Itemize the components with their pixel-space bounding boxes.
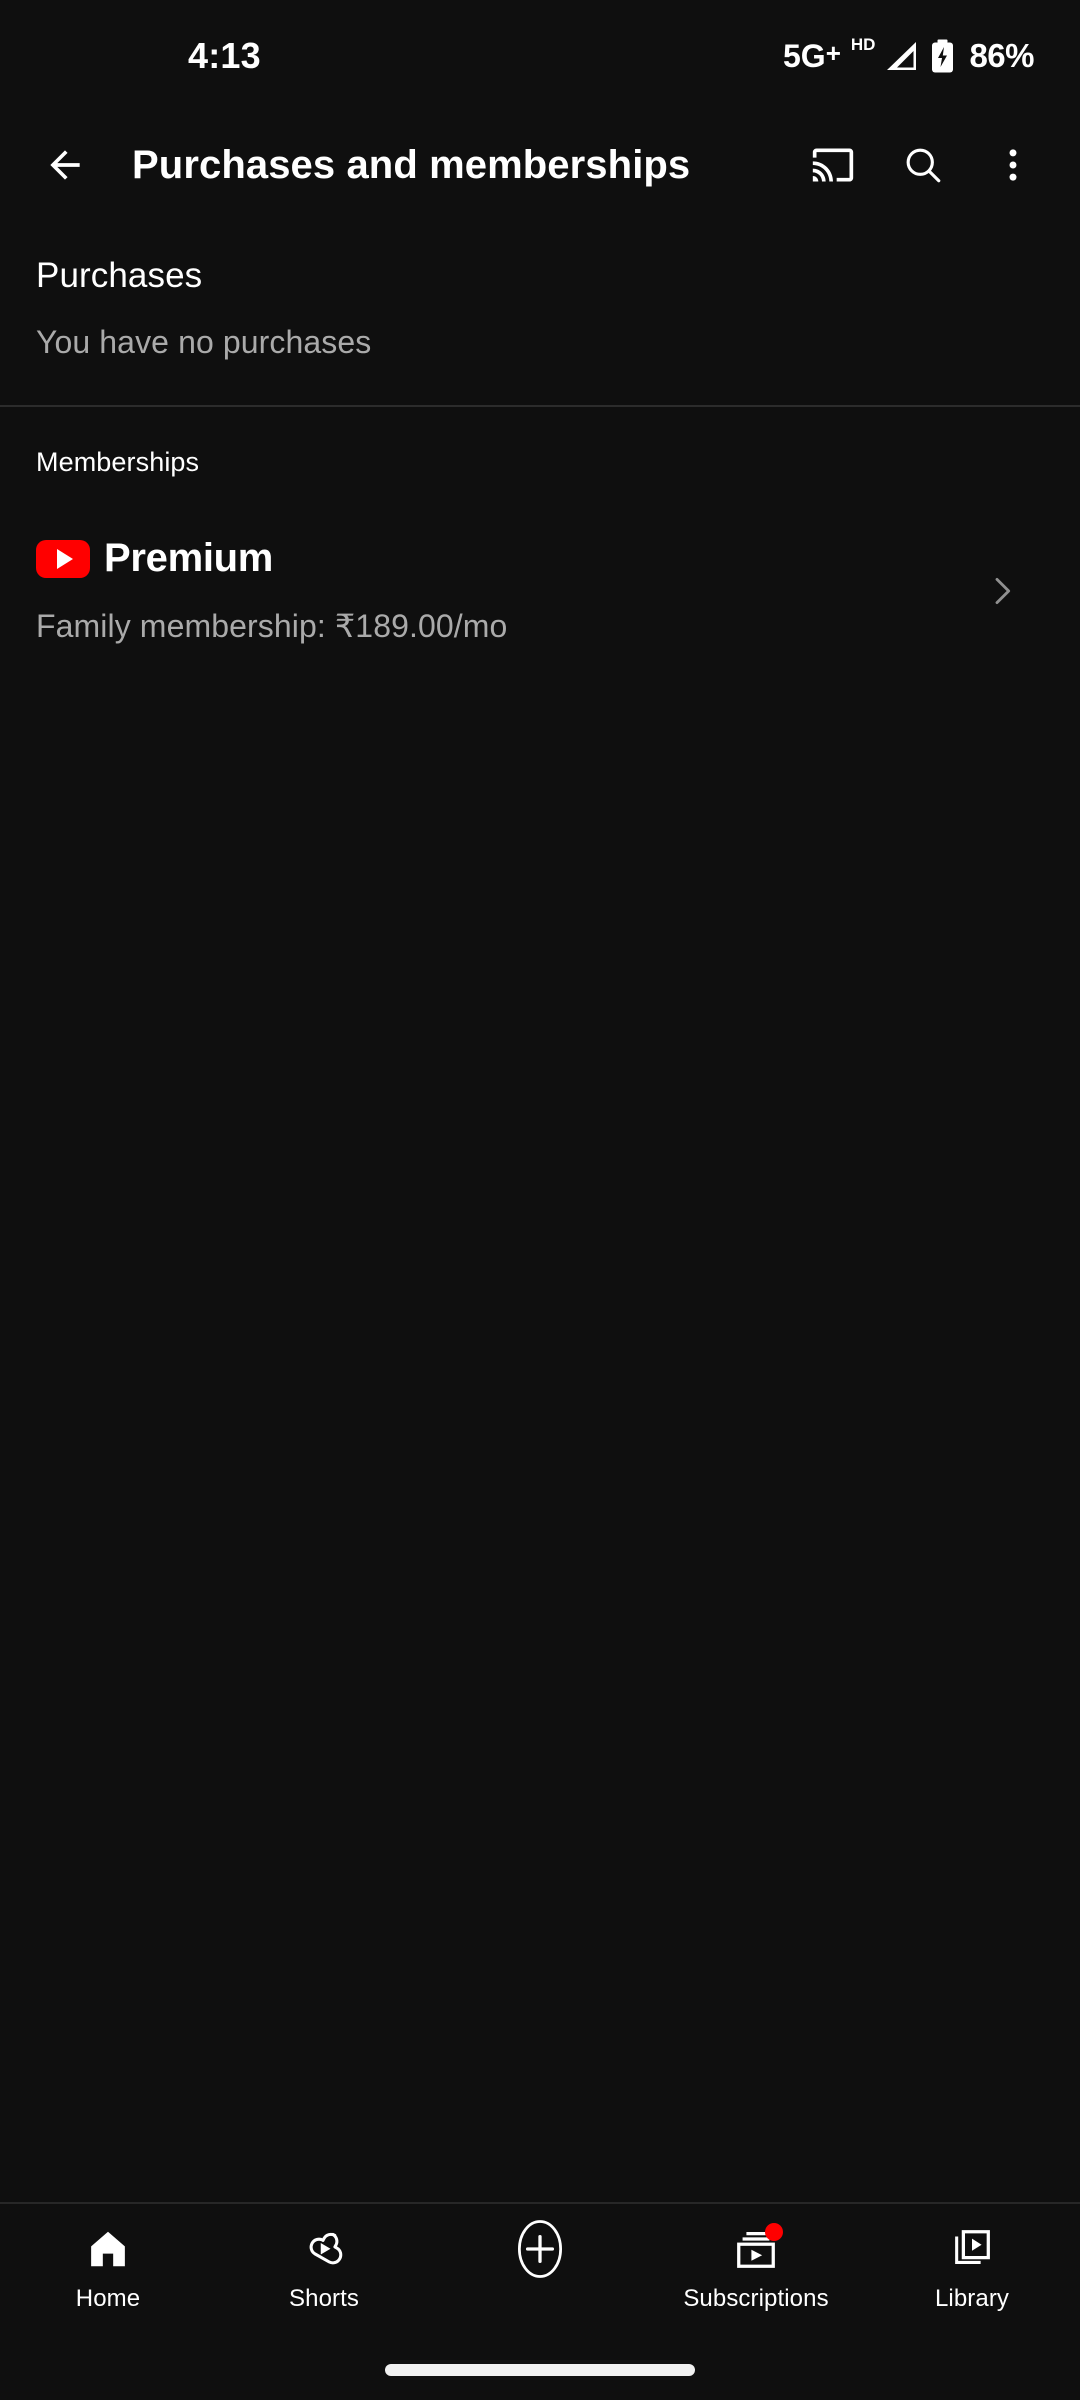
cast-icon [812, 148, 854, 182]
membership-row-premium[interactable]: Premium Family membership: ₹189.00/mo [36, 536, 1044, 645]
membership-detail-text: Family membership: ₹189.00/mo [36, 608, 508, 644]
create-icon-wrap [507, 2220, 573, 2278]
bottom-navigation-bar: Home Shorts Subscriptions Library [0, 2202, 1080, 2400]
page-title: Purchases and memberships [132, 142, 691, 187]
app-bar-actions [796, 128, 1050, 202]
hd-indicator-label: HD [850, 35, 876, 54]
battery-percent-label: 86% [969, 37, 1034, 74]
nav-item-create[interactable] [432, 2220, 648, 2285]
membership-text-block: Premium Family membership: ₹189.00/mo [36, 536, 972, 645]
app-bar: Purchases and memberships [0, 112, 1080, 218]
home-icon [91, 2231, 125, 2267]
status-bar: 4:13 5G + HD 86% [0, 0, 1080, 112]
network-type-text: 5G [783, 38, 826, 74]
nav-item-home[interactable]: Home [0, 2224, 216, 2313]
back-button[interactable] [28, 128, 102, 202]
library-icon [955, 2230, 990, 2264]
nav-label-home: Home [75, 2285, 141, 2312]
status-bar-indicators: 5G + HD 86% [783, 35, 1034, 75]
phone-screen: 4:13 5G + HD 86% Purchases and membershi… [0, 0, 1080, 2400]
purchases-empty-message: You have no purchases [36, 324, 372, 360]
network-type-label: 5G + [783, 40, 841, 72]
nav-item-shorts[interactable]: Shorts [216, 2224, 432, 2313]
membership-product-name: Premium [104, 536, 274, 580]
membership-title-line: Premium [36, 536, 972, 581]
main-content: Purchases You have no purchases Membersh… [0, 218, 1080, 2202]
cast-button[interactable] [796, 128, 870, 202]
search-icon [906, 148, 941, 183]
home-indicator-area [0, 2340, 1080, 2400]
status-bar-clock: 4:13 [188, 35, 261, 76]
shorts-icon-wrap [301, 2224, 347, 2274]
subscriptions-badge-dot [765, 2223, 783, 2241]
nav-label-library: Library [934, 2285, 1010, 2312]
more-vert-icon [1009, 149, 1017, 181]
bottom-nav-items: Home Shorts Subscriptions Library [0, 2220, 1080, 2340]
network-plus-text: + [825, 38, 841, 68]
subscriptions-icon-wrap [733, 2223, 783, 2274]
overflow-menu-button[interactable] [976, 128, 1050, 202]
nav-item-library[interactable]: Library [864, 2224, 1080, 2313]
purchases-section: Purchases You have no purchases [0, 218, 1080, 405]
memberships-section: Memberships Premium Family membership: ₹… [0, 407, 1080, 645]
nav-label-subscriptions: Subscriptions [683, 2285, 829, 2312]
chevron-right-icon [995, 577, 1011, 604]
signal-bars-icon [887, 42, 917, 70]
purchases-heading: Purchases [36, 256, 203, 295]
nav-item-subscriptions[interactable]: Subscriptions [648, 2223, 864, 2313]
battery-charging-icon [932, 39, 954, 73]
membership-chevron-button[interactable] [972, 561, 1032, 621]
memberships-heading: Memberships [36, 447, 200, 477]
shorts-icon [309, 2232, 343, 2265]
search-button[interactable] [886, 128, 960, 202]
youtube-play-logo-icon [36, 539, 90, 578]
back-arrow-icon [50, 150, 80, 180]
play-triangle-shape [57, 548, 73, 569]
home-icon-wrap [85, 2224, 131, 2274]
create-plus-icon [518, 2220, 562, 2278]
library-icon-wrap [949, 2224, 995, 2274]
nav-label-shorts: Shorts [289, 2285, 359, 2312]
home-indicator-bar[interactable] [385, 2364, 695, 2376]
